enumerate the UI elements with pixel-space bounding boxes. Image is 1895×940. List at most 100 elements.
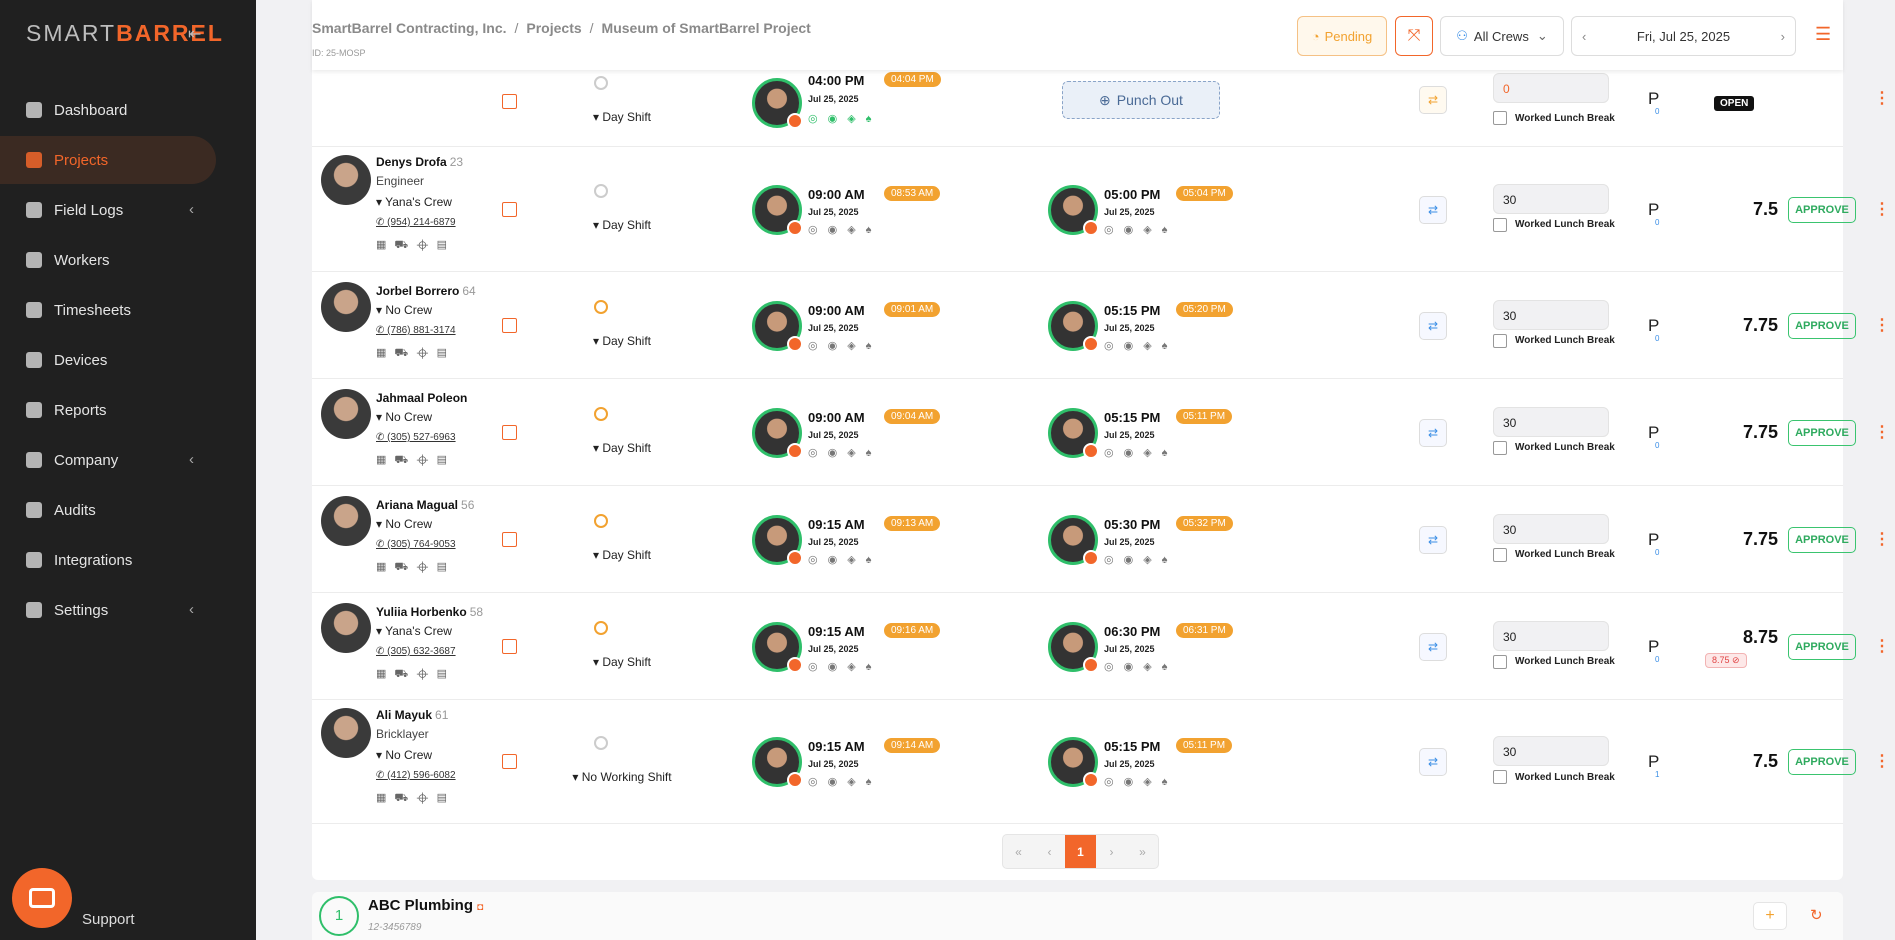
worker-name[interactable]: Ariana Magual 56: [376, 498, 474, 512]
transfer-icon[interactable]: ⇄: [1419, 748, 1447, 776]
worked-lunch-break[interactable]: Worked Lunch Break: [1493, 217, 1615, 232]
punch-in-photo[interactable]: [752, 514, 803, 566]
punch-in-photo[interactable]: [752, 78, 803, 129]
worker-avatar[interactable]: [321, 155, 371, 205]
shift-label[interactable]: ▾ Day Shift: [572, 110, 672, 124]
prev-date-icon[interactable]: ‹: [1582, 29, 1586, 44]
p-indicator[interactable]: P: [1648, 752, 1659, 772]
collapse-sidebar-icon[interactable]: ⇤: [188, 24, 201, 44]
worked-lunch-break[interactable]: Worked Lunch Break: [1493, 770, 1615, 784]
row-menu-icon[interactable]: ⋮: [1874, 315, 1890, 335]
transfer-icon[interactable]: ⇄: [1419, 311, 1447, 340]
p-indicator[interactable]: P: [1648, 637, 1659, 657]
date-picker[interactable]: ‹ Fri, Jul 25, 2025 ›: [1571, 16, 1796, 56]
breadcrumb-project[interactable]: Museum of SmartBarrel Project: [602, 20, 811, 36]
row-checkbox[interactable]: [502, 94, 517, 109]
row-menu-icon[interactable]: ⋮: [1874, 751, 1890, 771]
worked-lunch-break[interactable]: Worked Lunch Break: [1493, 654, 1615, 669]
sidebar-item-company[interactable]: Company ‹: [0, 436, 216, 484]
worker-phone[interactable]: ✆ (412) 596-6082: [376, 770, 456, 781]
worker-avatar[interactable]: [321, 603, 371, 653]
worker-name[interactable]: Jorbel Borrero 64: [376, 284, 476, 298]
menu-icon[interactable]: ☰: [1815, 24, 1831, 45]
shift-label[interactable]: ▾ Day Shift: [572, 655, 672, 669]
worker-crew[interactable]: ▾ Yana's Crew: [376, 624, 452, 638]
worked-lunch-break[interactable]: Worked Lunch Break: [1493, 111, 1615, 125]
lunch-input[interactable]: 30: [1493, 620, 1609, 651]
crews-dropdown[interactable]: ⚇ All Crews ⌄: [1440, 16, 1564, 56]
add-button[interactable]: +: [1753, 902, 1787, 930]
punch-out-photo[interactable]: [1048, 407, 1099, 459]
sidebar-item-reports[interactable]: Reports: [0, 386, 216, 434]
approve-button[interactable]: APPROVE: [1788, 749, 1856, 775]
worked-lunch-checkbox[interactable]: [1493, 547, 1507, 562]
first-page-button[interactable]: «: [1003, 835, 1034, 868]
worker-crew[interactable]: ▾ Yana's Crew: [376, 195, 452, 209]
worker-crew[interactable]: ▾ No Crew: [376, 303, 432, 317]
company-card[interactable]: [312, 892, 1843, 940]
sidebar-item-settings[interactable]: Settings ‹: [0, 586, 216, 634]
row-checkbox[interactable]: [502, 638, 517, 654]
sidebar-item-audits[interactable]: Audits: [0, 486, 216, 534]
lunch-input[interactable]: 30: [1493, 406, 1609, 437]
punch-out-photo[interactable]: [1048, 514, 1099, 566]
next-date-icon[interactable]: ›: [1781, 29, 1785, 44]
punch-out-photo[interactable]: [1048, 621, 1099, 673]
transfer-icon[interactable]: ⇄: [1419, 418, 1447, 447]
last-page-button[interactable]: »: [1127, 835, 1158, 868]
worker-name[interactable]: Yuliia Horbenko 58: [376, 605, 483, 619]
row-menu-icon[interactable]: ⋮: [1874, 422, 1890, 442]
worker-name[interactable]: Denys Drofa 23: [376, 155, 463, 169]
row-checkbox[interactable]: [502, 424, 517, 440]
sidebar-item-timesheets[interactable]: Timesheets: [0, 286, 216, 334]
pending-filter-button[interactable]: ◔ Pending: [1297, 16, 1387, 56]
worker-phone[interactable]: ✆ (786) 881-3174: [376, 325, 456, 336]
approve-button[interactable]: APPROVE: [1788, 633, 1856, 660]
punch-out-photo[interactable]: [1048, 184, 1099, 236]
approve-button[interactable]: APPROVE: [1788, 196, 1856, 223]
row-checkbox[interactable]: [502, 201, 517, 217]
worker-name[interactable]: Ali Mayuk 61: [376, 708, 448, 722]
worked-lunch-checkbox[interactable]: [1493, 333, 1507, 348]
worker-phone[interactable]: ✆ (954) 214-6879: [376, 217, 456, 228]
worker-avatar[interactable]: [321, 282, 371, 332]
worker-phone[interactable]: ✆ (305) 764-9053: [376, 539, 456, 550]
punch-in-photo[interactable]: [752, 407, 803, 459]
punch-in-photo[interactable]: [752, 300, 803, 352]
shift-label[interactable]: ▾ Day Shift: [572, 218, 672, 232]
row-menu-icon[interactable]: ⋮: [1874, 636, 1890, 656]
lunch-input[interactable]: 30: [1493, 736, 1609, 766]
worker-avatar[interactable]: [321, 389, 371, 439]
worker-avatar[interactable]: [321, 496, 371, 546]
worker-phone[interactable]: ✆ (305) 632-3687: [376, 646, 456, 657]
row-checkbox[interactable]: [502, 531, 517, 547]
prev-page-button[interactable]: ‹: [1034, 835, 1065, 868]
next-page-button[interactable]: ›: [1096, 835, 1127, 868]
transfer-icon[interactable]: ⇄: [1419, 632, 1447, 661]
worked-lunch-break[interactable]: Worked Lunch Break: [1493, 547, 1615, 562]
p-indicator[interactable]: P: [1648, 89, 1659, 109]
worked-lunch-break[interactable]: Worked Lunch Break: [1493, 333, 1615, 348]
worked-lunch-checkbox[interactable]: [1493, 217, 1507, 232]
transfer-icon[interactable]: ⇄: [1419, 525, 1447, 554]
p-indicator[interactable]: P: [1648, 423, 1659, 443]
shift-label[interactable]: ▾ Day Shift: [572, 334, 672, 348]
sidebar-item-integrations[interactable]: Integrations: [0, 536, 216, 584]
sidebar-item-devices[interactable]: Devices: [0, 336, 216, 384]
punch-in-photo[interactable]: [752, 621, 803, 673]
sidebar-item-field-logs[interactable]: Field Logs ‹: [0, 186, 216, 234]
worker-crew[interactable]: ▾ No Crew: [376, 517, 432, 531]
worker-crew[interactable]: ▾ No Crew: [376, 410, 432, 424]
worker-name[interactable]: Jahmaal Poleon: [376, 391, 470, 405]
approve-button[interactable]: APPROVE: [1788, 526, 1856, 553]
row-menu-icon[interactable]: ⋮: [1874, 529, 1890, 549]
punch-in-photo[interactable]: [752, 737, 803, 788]
p-indicator[interactable]: P: [1648, 200, 1659, 220]
shift-label[interactable]: ▾ Day Shift: [572, 548, 672, 562]
shift-label[interactable]: ▾ No Working Shift: [572, 770, 672, 784]
worker-crew[interactable]: ▾ No Crew: [376, 748, 432, 762]
transfer-icon[interactable]: ⇄: [1419, 86, 1447, 114]
p-indicator[interactable]: P: [1648, 316, 1659, 336]
refresh-icon[interactable]: ↻: [1810, 906, 1823, 924]
sidebar-item-dashboard[interactable]: Dashboard: [0, 86, 216, 134]
